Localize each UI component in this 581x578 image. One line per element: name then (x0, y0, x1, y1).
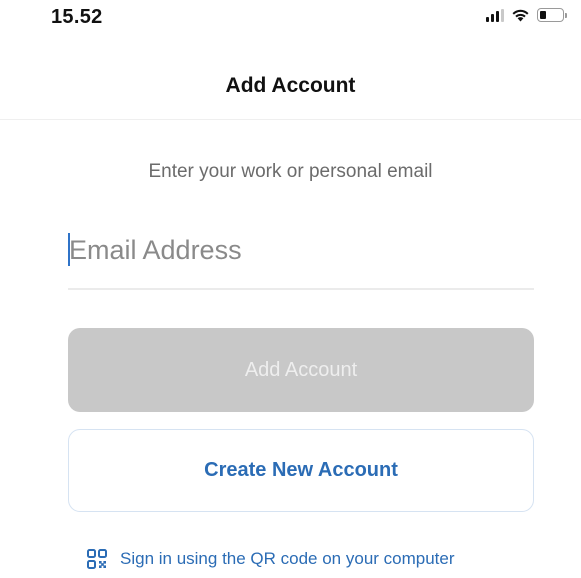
text-cursor (68, 233, 70, 266)
create-new-account-button[interactable]: Create New Account (68, 429, 534, 512)
status-icons (486, 8, 567, 22)
nav-bar: Add Account (0, 66, 581, 120)
add-account-screen: 15.52 Add Account Enter your work or per… (0, 0, 581, 578)
email-input[interactable] (68, 230, 534, 270)
wifi-icon (512, 9, 529, 22)
email-field[interactable] (68, 226, 534, 290)
add-account-button[interactable]: Add Account (68, 328, 534, 412)
page-title: Add Account (225, 74, 356, 97)
status-time: 15.52 (51, 6, 103, 28)
battery-icon (537, 8, 567, 22)
email-prompt: Enter your work or personal email (148, 161, 433, 182)
qr-code-icon (87, 549, 107, 569)
cellular-signal-icon (486, 8, 504, 22)
qr-signin-link[interactable]: Sign in using the QR code on your comput… (87, 549, 455, 569)
status-bar: 15.52 (0, 0, 581, 40)
qr-signin-label: Sign in using the QR code on your comput… (120, 549, 455, 568)
